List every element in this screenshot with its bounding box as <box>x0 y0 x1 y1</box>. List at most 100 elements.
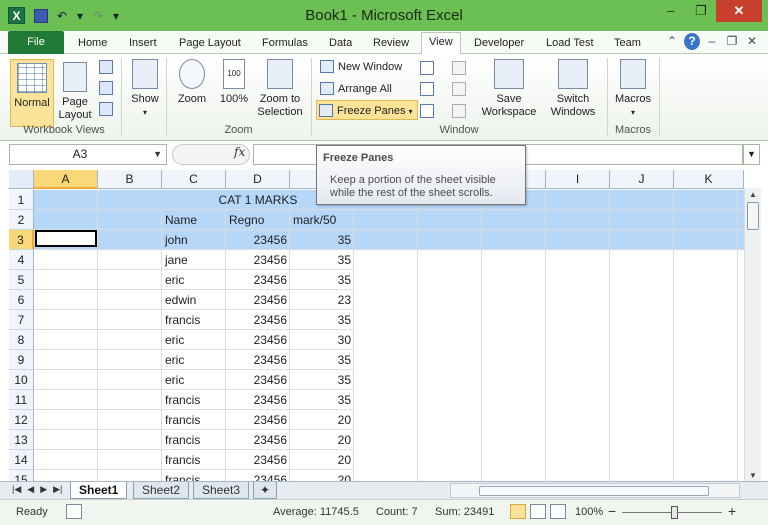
custom-views-icon[interactable] <box>99 81 113 95</box>
reset-window-position-icon[interactable] <box>452 104 466 118</box>
row-header-9[interactable]: 9 <box>9 350 34 370</box>
header-cell[interactable]: Name <box>162 210 226 230</box>
data-cell[interactable]: francis <box>162 450 226 470</box>
tab-team[interactable]: Team <box>614 34 641 54</box>
page-break-status-icon[interactable] <box>550 504 566 519</box>
data-cell[interactable]: 35 <box>290 230 354 250</box>
tab-developer[interactable]: Developer <box>474 34 524 54</box>
row-header-10[interactable]: 10 <box>9 370 34 390</box>
zoom-100-button[interactable]: 100 100% <box>216 59 252 106</box>
restore-button[interactable]: ❐ <box>686 0 716 22</box>
row-header-6[interactable]: 6 <box>9 290 34 310</box>
data-cell[interactable]: 23456 <box>226 450 290 470</box>
normal-view-status-icon[interactable] <box>510 504 526 519</box>
macros-button[interactable]: Macros ▾ <box>612 59 654 119</box>
normal-view-button[interactable]: Normal <box>10 59 54 127</box>
row-header-11[interactable]: 11 <box>9 390 34 410</box>
close-button[interactable]: ✕ <box>716 0 762 22</box>
data-cell[interactable]: 23456 <box>226 330 290 350</box>
scroll-up-icon[interactable]: ▲ <box>745 188 761 201</box>
synchronous-scrolling-icon[interactable] <box>452 82 466 96</box>
next-sheet-icon[interactable]: ▶ <box>40 484 47 495</box>
data-cell[interactable]: 35 <box>290 350 354 370</box>
save-workspace-button[interactable]: Save Workspace <box>478 59 540 119</box>
insert-function-icon[interactable]: fx <box>234 145 245 159</box>
tab-insert[interactable]: Insert <box>129 34 157 54</box>
data-cell[interactable]: 35 <box>290 270 354 290</box>
zoom-to-selection-button[interactable]: Zoom to Selection <box>254 59 306 119</box>
data-cell[interactable]: 23456 <box>226 250 290 270</box>
data-cell[interactable]: 23456 <box>226 230 290 250</box>
data-cell[interactable]: 35 <box>290 390 354 410</box>
view-side-by-side-icon[interactable] <box>452 61 466 75</box>
data-cell[interactable]: francis <box>162 430 226 450</box>
horizontal-scroll-thumb[interactable] <box>479 486 709 496</box>
zoom-in-icon[interactable]: + <box>728 503 736 519</box>
workbook-restore-icon[interactable]: ❐ <box>724 33 740 50</box>
name-box[interactable]: A3 ▼ <box>9 144 167 165</box>
data-cell[interactable]: jane <box>162 250 226 270</box>
data-cell[interactable]: edwin <box>162 290 226 310</box>
data-cell[interactable]: 23456 <box>226 310 290 330</box>
tab-home[interactable]: Home <box>78 34 107 54</box>
data-cell[interactable]: eric <box>162 270 226 290</box>
sheet-tab-sheet2[interactable]: Sheet2 <box>133 482 190 499</box>
data-cell[interactable]: 35 <box>290 370 354 390</box>
prev-sheet-icon[interactable]: ◀ <box>27 484 34 495</box>
first-sheet-icon[interactable]: |◀ <box>12 484 21 495</box>
hide-icon[interactable] <box>420 82 434 96</box>
freeze-panes-button[interactable]: Freeze Panes ▾ <box>316 100 418 120</box>
full-screen-icon[interactable] <box>99 102 113 116</box>
minimize-button[interactable]: – <box>656 0 686 22</box>
workbook-minimize-icon[interactable]: – <box>704 33 720 50</box>
active-cell-a3[interactable] <box>35 230 97 247</box>
new-window-button[interactable]: New Window <box>318 57 402 77</box>
row-header-4[interactable]: 4 <box>9 250 34 270</box>
data-cell[interactable]: 23456 <box>226 410 290 430</box>
header-cell[interactable]: mark/50 <box>290 210 354 230</box>
macro-recording-icon[interactable] <box>66 504 82 519</box>
insert-sheet-icon[interactable]: ✦ <box>253 482 278 499</box>
row-header-3[interactable]: 3 <box>9 230 34 250</box>
data-cell[interactable]: 23456 <box>226 350 290 370</box>
minimize-ribbon-icon[interactable]: ⌃ <box>664 33 680 50</box>
unhide-icon[interactable] <box>420 104 434 118</box>
last-sheet-icon[interactable]: ▶| <box>53 484 62 495</box>
row-header-8[interactable]: 8 <box>9 330 34 350</box>
data-cell[interactable]: john <box>162 230 226 250</box>
vertical-scrollbar[interactable]: ▲ ▼ <box>744 188 761 482</box>
horizontal-scrollbar[interactable] <box>450 483 740 498</box>
show-button[interactable]: Show ▾ <box>127 59 163 119</box>
sheet-tab-sheet1[interactable]: Sheet1 <box>70 482 128 499</box>
sheet-tab-sheet3[interactable]: Sheet3 <box>193 482 250 499</box>
row-header-7[interactable]: 7 <box>9 310 34 330</box>
tab-page-layout[interactable]: Page Layout <box>179 34 241 54</box>
page-layout-view-button[interactable]: Page Layout <box>56 59 94 122</box>
row-header-5[interactable]: 5 <box>9 270 34 290</box>
data-cell[interactable]: 23456 <box>226 370 290 390</box>
data-cell[interactable]: 35 <box>290 310 354 330</box>
data-cell[interactable]: 23456 <box>226 390 290 410</box>
data-cell[interactable]: francis <box>162 410 226 430</box>
data-cell[interactable]: eric <box>162 370 226 390</box>
data-cell[interactable]: 35 <box>290 250 354 270</box>
tab-view[interactable]: View <box>421 32 461 55</box>
tab-review[interactable]: Review <box>373 34 409 54</box>
zoom-level[interactable]: 100% <box>575 506 603 518</box>
data-cell[interactable]: 20 <box>290 430 354 450</box>
workbook-close-icon[interactable]: ✕ <box>744 33 760 50</box>
tab-file[interactable]: File <box>8 31 64 55</box>
zoom-out-icon[interactable]: − <box>608 503 616 519</box>
data-cell[interactable]: 30 <box>290 330 354 350</box>
data-cell[interactable]: 20 <box>290 450 354 470</box>
tab-load-test[interactable]: Load Test <box>546 34 594 54</box>
tab-data[interactable]: Data <box>329 34 352 54</box>
data-cell[interactable]: eric <box>162 330 226 350</box>
help-icon[interactable]: ? <box>684 33 700 50</box>
zoom-slider-thumb[interactable] <box>671 506 678 519</box>
data-cell[interactable]: 23456 <box>226 430 290 450</box>
row-header-12[interactable]: 12 <box>9 410 34 430</box>
data-cell[interactable]: eric <box>162 350 226 370</box>
data-cell[interactable]: 20 <box>290 410 354 430</box>
tab-formulas[interactable]: Formulas <box>262 34 308 54</box>
